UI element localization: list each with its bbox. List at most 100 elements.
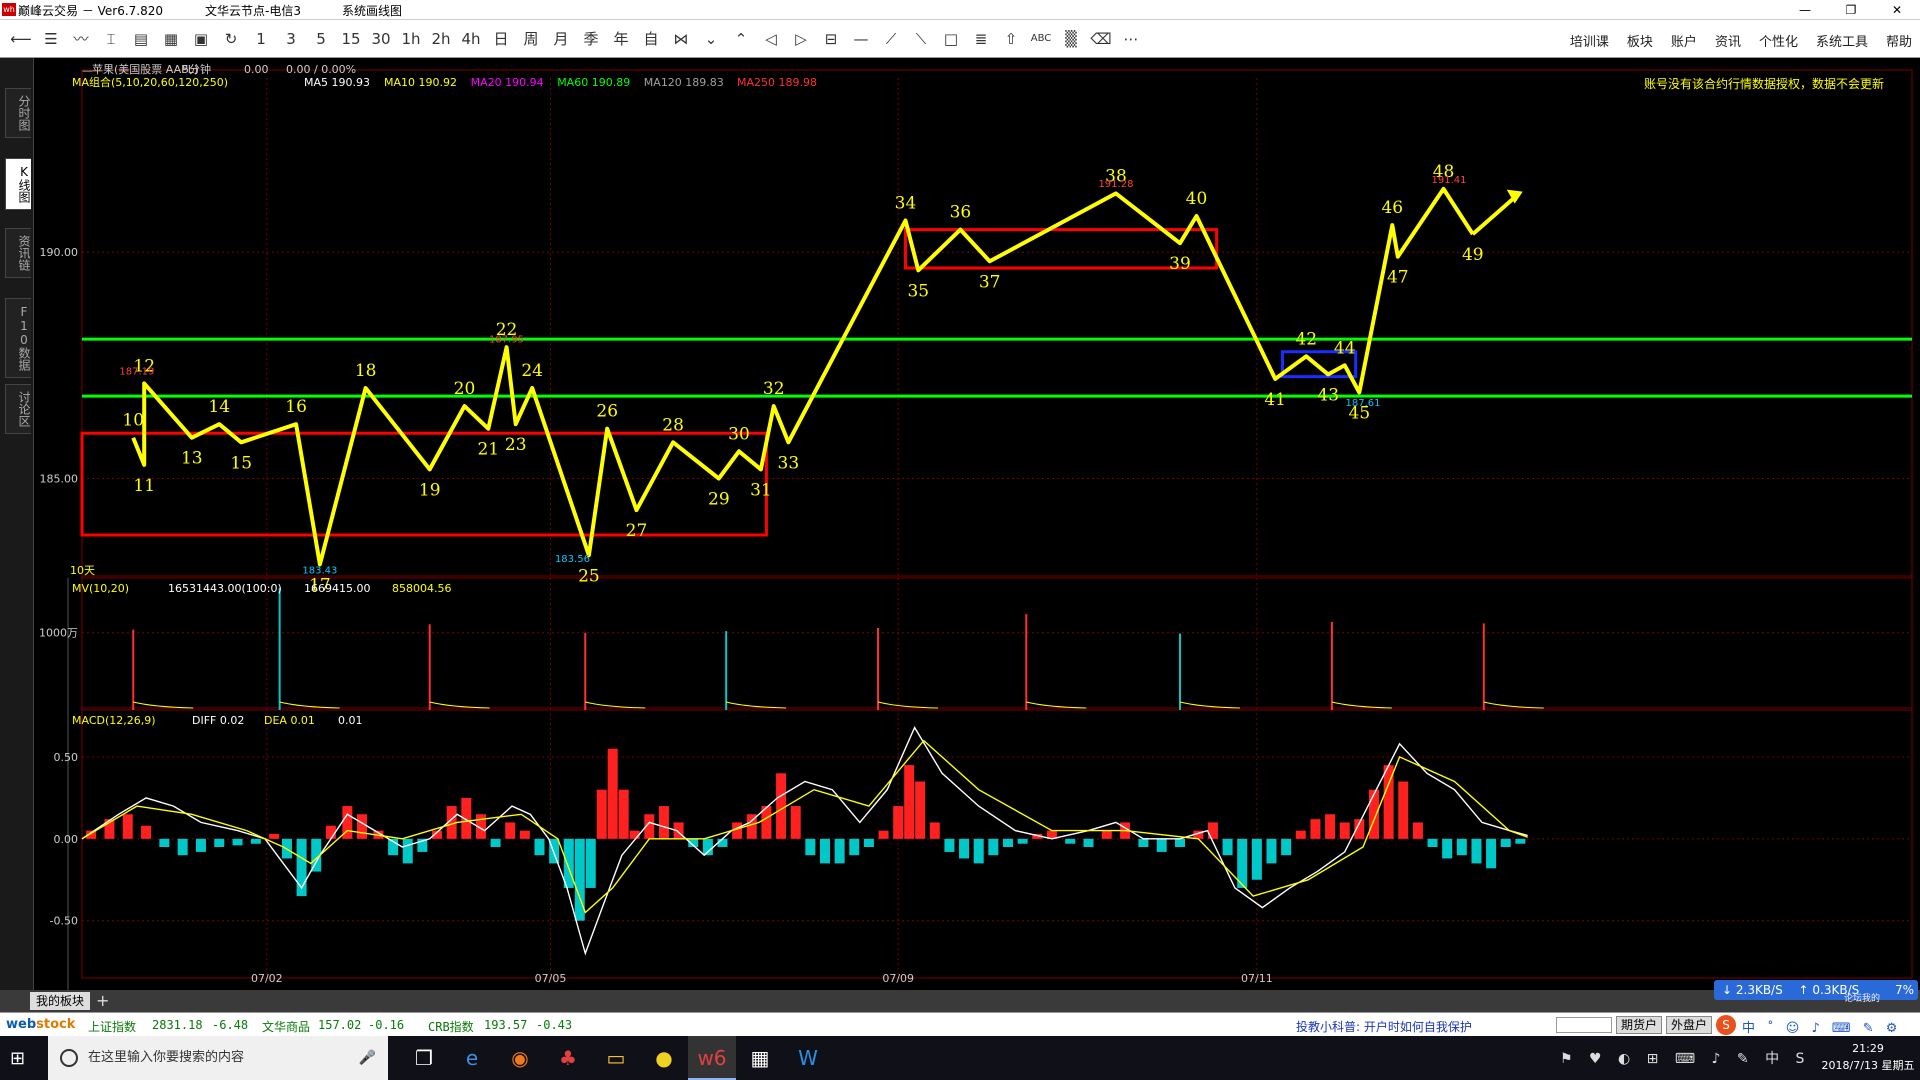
chart-area[interactable]: 1011121314151617181920212223242526272829… [34,58,1920,990]
ray-icon[interactable]: ⟋ [876,28,906,50]
ticker-name-wenhua[interactable]: 文华商品 [262,1018,310,1035]
volume-legend-label[interactable]: MV(10,20) [72,582,129,595]
macd-histogram-bar [1368,789,1379,839]
list-icon[interactable]: ☰ [36,28,66,50]
edge-icon[interactable]: e [448,1036,496,1080]
menu-training[interactable]: 培训课 [1570,31,1609,50]
trading-app-icon[interactable]: w6 [688,1036,736,1080]
taskbar-search-box[interactable]: 在这里输入你要搜索的内容 🎤 [48,1036,388,1080]
ticker-name-sse[interactable]: 上证指数 [88,1018,136,1035]
system-drawing-menu[interactable]: 系统画线图 [342,2,402,19]
period-4h[interactable]: 4h [456,28,486,50]
period-select[interactable]: 5分钟 [182,62,211,76]
eraser-icon[interactable]: ⌫ [1086,28,1116,50]
menu-news[interactable]: 资讯 [1715,31,1741,50]
refresh-icon[interactable]: ↻ [216,28,246,50]
menu-account[interactable]: 账户 [1671,31,1697,50]
tab-my-sectors[interactable]: 我的板块 [30,992,91,1010]
rect-icon[interactable]: □ [936,28,966,50]
macd-histogram-bar [1156,838,1167,852]
period-30[interactable]: 30 [366,28,396,50]
period-year[interactable]: 年 [606,28,636,50]
next-icon[interactable]: ▷ [786,28,816,50]
windows-start-icon[interactable]: ⊞ [10,1048,25,1069]
line-chart-icon[interactable]: 〰 [66,28,96,50]
back-icon[interactable]: ⟵ [6,28,36,50]
save-icon[interactable]: ▣ [186,28,216,50]
volume-ma-line [279,701,340,709]
period-15[interactable]: 15 [336,28,366,50]
ime-toolbar-icons[interactable]: 中 ˚ ☺ ♪ ⌨ ✎ ⚙ [1742,1017,1901,1036]
period-1[interactable]: 1 [246,28,276,50]
wave-label: 28 [662,415,684,435]
system-tray-icons[interactable]: ⚑ ♥ ◐ ⊞ ⌨ ♪ ✎ 中 S [1560,1048,1810,1068]
minimize-button[interactable]: — [1782,0,1828,20]
taskbar-clock[interactable]: 21:29 2018/7/13 星期五 [1820,1040,1916,1074]
zoom-out-icon[interactable]: ⋈ [666,28,696,50]
channel-icon[interactable]: ≣ [966,28,996,50]
volume-y-tick-label: 1000万 [39,627,78,640]
task-view-icon[interactable]: ❐ [400,1036,448,1080]
tab-news-chain[interactable]: 资讯链 [5,228,31,278]
restore-button[interactable]: ❐ [1828,0,1874,20]
period-2h[interactable]: 2h [426,28,456,50]
text-tool[interactable]: ABC [1026,28,1056,50]
macd-histogram-bar [863,838,874,847]
sogou-ime-icon[interactable]: S [1716,1015,1736,1035]
app-yellow-icon[interactable]: ● [640,1036,688,1080]
app-title: 巅峰云交易 － Ver6.7.820 [18,4,164,18]
app-orange-icon[interactable]: ◉ [496,1036,544,1080]
server-node-label[interactable]: 文华云节点-电信3 [205,2,301,19]
close-button[interactable]: ✕ [1874,0,1920,20]
period-custom[interactable]: 自 [636,28,666,50]
forum-link[interactable]: 论坛我的 [1844,994,1880,1004]
menu-sectors[interactable]: 板块 [1627,31,1653,50]
education-tip-link[interactable]: 投教小科普: 开户时如何自我保护 [1296,1018,1472,1035]
tab-discussion[interactable]: 讨论区 [5,384,31,434]
period-day[interactable]: 日 [486,28,516,50]
wave-label: 30 [728,424,750,444]
add-tab-icon[interactable]: + [96,990,109,1012]
more-icon[interactable]: ⋯ [1116,28,1146,50]
period-3[interactable]: 3 [276,28,306,50]
macd-legend-label[interactable]: MACD(12,26,9) [72,714,156,727]
arrow-up-icon[interactable]: ⇧ [996,28,1026,50]
forex-account-button[interactable]: 外盘户 [1666,1016,1713,1034]
table-icon[interactable]: ▦ [156,28,186,50]
panel-frame-1 [81,575,1913,711]
period-week[interactable]: 周 [516,28,546,50]
app-blue-icon[interactable]: W [784,1036,832,1080]
app-red-icon[interactable]: ♣ [544,1036,592,1080]
period-month[interactable]: 月 [546,28,576,50]
candle-icon[interactable]: ⌶ [96,28,126,50]
menu-personalize[interactable]: 个性化 [1759,31,1798,50]
hline-icon[interactable]: — [846,28,876,50]
split-icon[interactable]: ⊟ [816,28,846,50]
period-quarter[interactable]: 季 [576,28,606,50]
menu-help[interactable]: 帮助 [1886,31,1912,50]
futures-account-button[interactable]: 期货户 [1616,1016,1663,1034]
ticker-value-sse: 2831.18 [152,1018,203,1032]
collapse-icon[interactable]: ⌄ [696,28,726,50]
tab-kline[interactable]: K线图 [5,158,31,210]
expand-icon[interactable]: ⌃ [726,28,756,50]
file-explorer-icon[interactable]: ▭ [592,1036,640,1080]
fill-icon[interactable]: ▒ [1056,28,1086,50]
volume-ma-line [1026,701,1087,709]
wave-label: 27 [626,521,648,541]
macd-histogram-bar [177,838,188,856]
calculator-icon[interactable]: ▦ [736,1036,784,1080]
microphone-icon[interactable]: 🎤 [359,1036,376,1080]
ticker-name-crb[interactable]: CRB指数 [428,1018,474,1035]
segment-icon[interactable]: ⟍ [906,28,936,50]
period-1h[interactable]: 1h [396,28,426,50]
period-5[interactable]: 5 [306,28,336,50]
tab-timeshare[interactable]: 分时图 [5,88,31,138]
quick-code-input[interactable] [1556,1017,1612,1033]
menu-system-tools[interactable]: 系统工具 [1816,31,1868,50]
report-icon[interactable]: ▤ [126,28,156,50]
prev-icon[interactable]: ◁ [756,28,786,50]
macd-histogram-bar [325,825,336,839]
tab-f10[interactable]: F10数据 [5,298,31,378]
ma-legend-label[interactable]: MA组合(5,10,20,60,120,250) [72,75,228,89]
